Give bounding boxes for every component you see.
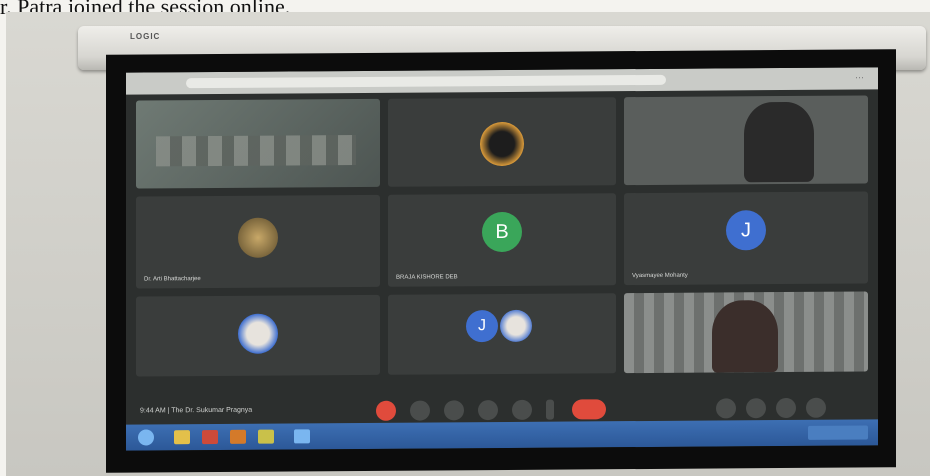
end-call-button[interactable]: [572, 399, 606, 420]
meeting-info: 9:44 AM | The Dr. Sukumar Pragnya: [140, 406, 253, 415]
info-button[interactable]: [716, 398, 736, 419]
participant-name: BRAJA KISHORE DEB: [396, 274, 458, 281]
avatar: B: [482, 211, 522, 253]
reactions-button[interactable]: [478, 400, 498, 421]
participant-tile[interactable]: [624, 291, 868, 374]
participant-video: [480, 121, 524, 167]
avatar: [238, 313, 278, 354]
app-icon[interactable]: [294, 429, 310, 444]
windows-taskbar: [126, 419, 878, 451]
avatar: [500, 309, 532, 343]
mic-button[interactable]: [376, 400, 396, 421]
avatar: J: [466, 310, 498, 343]
browser-bar: ⋯: [126, 67, 878, 95]
captions-button[interactable]: [444, 400, 464, 421]
participant-video: [712, 300, 778, 373]
people-button[interactable]: [746, 398, 766, 419]
participant-tile[interactable]: B BRAJA KISHORE DEB: [388, 193, 616, 287]
app-icon[interactable]: [230, 429, 246, 444]
participant-tile[interactable]: Dr. Arti Bhattacharjee: [136, 194, 380, 289]
participant-tile[interactable]: [136, 294, 380, 377]
start-button-icon[interactable]: [138, 429, 154, 446]
participant-name: Vyasmayee Mohanty: [632, 272, 688, 280]
participant-tile[interactable]: J Vyasmayee Mohanty: [624, 191, 868, 286]
participant-tile[interactable]: [624, 95, 868, 186]
file-explorer-icon[interactable]: [174, 430, 190, 445]
participant-tile[interactable]: J: [388, 293, 616, 375]
more-options-button[interactable]: [546, 399, 554, 420]
present-button[interactable]: [512, 399, 532, 420]
participant-video: [744, 101, 814, 183]
system-tray[interactable]: [808, 425, 868, 440]
avatar: J: [726, 210, 766, 251]
chat-button[interactable]: [776, 397, 796, 419]
projection-frame: ⋯ Dr. Arti Bhattacharjee B BRAJA KISHORE…: [106, 49, 896, 473]
projection-photo: LOGIC ⋯ Dr. Arti Bhattacharjee B BRAJA K…: [6, 12, 930, 476]
participant-tile[interactable]: [388, 97, 616, 187]
room-scene: [156, 135, 356, 167]
activities-button[interactable]: [806, 397, 826, 418]
projected-screen: ⋯ Dr. Arti Bhattacharjee B BRAJA KISHORE…: [126, 67, 878, 451]
participant-tile[interactable]: [136, 98, 380, 189]
browser-menu-icon[interactable]: ⋯: [855, 72, 864, 83]
camera-button[interactable]: [410, 400, 430, 421]
avatar: [238, 217, 278, 258]
address-bar[interactable]: [186, 74, 666, 89]
participant-name: Dr. Arti Bhattacharjee: [144, 276, 201, 283]
app-icon[interactable]: [202, 429, 218, 445]
chrome-icon[interactable]: [258, 429, 274, 444]
projector-brand: LOGIC: [130, 32, 161, 41]
